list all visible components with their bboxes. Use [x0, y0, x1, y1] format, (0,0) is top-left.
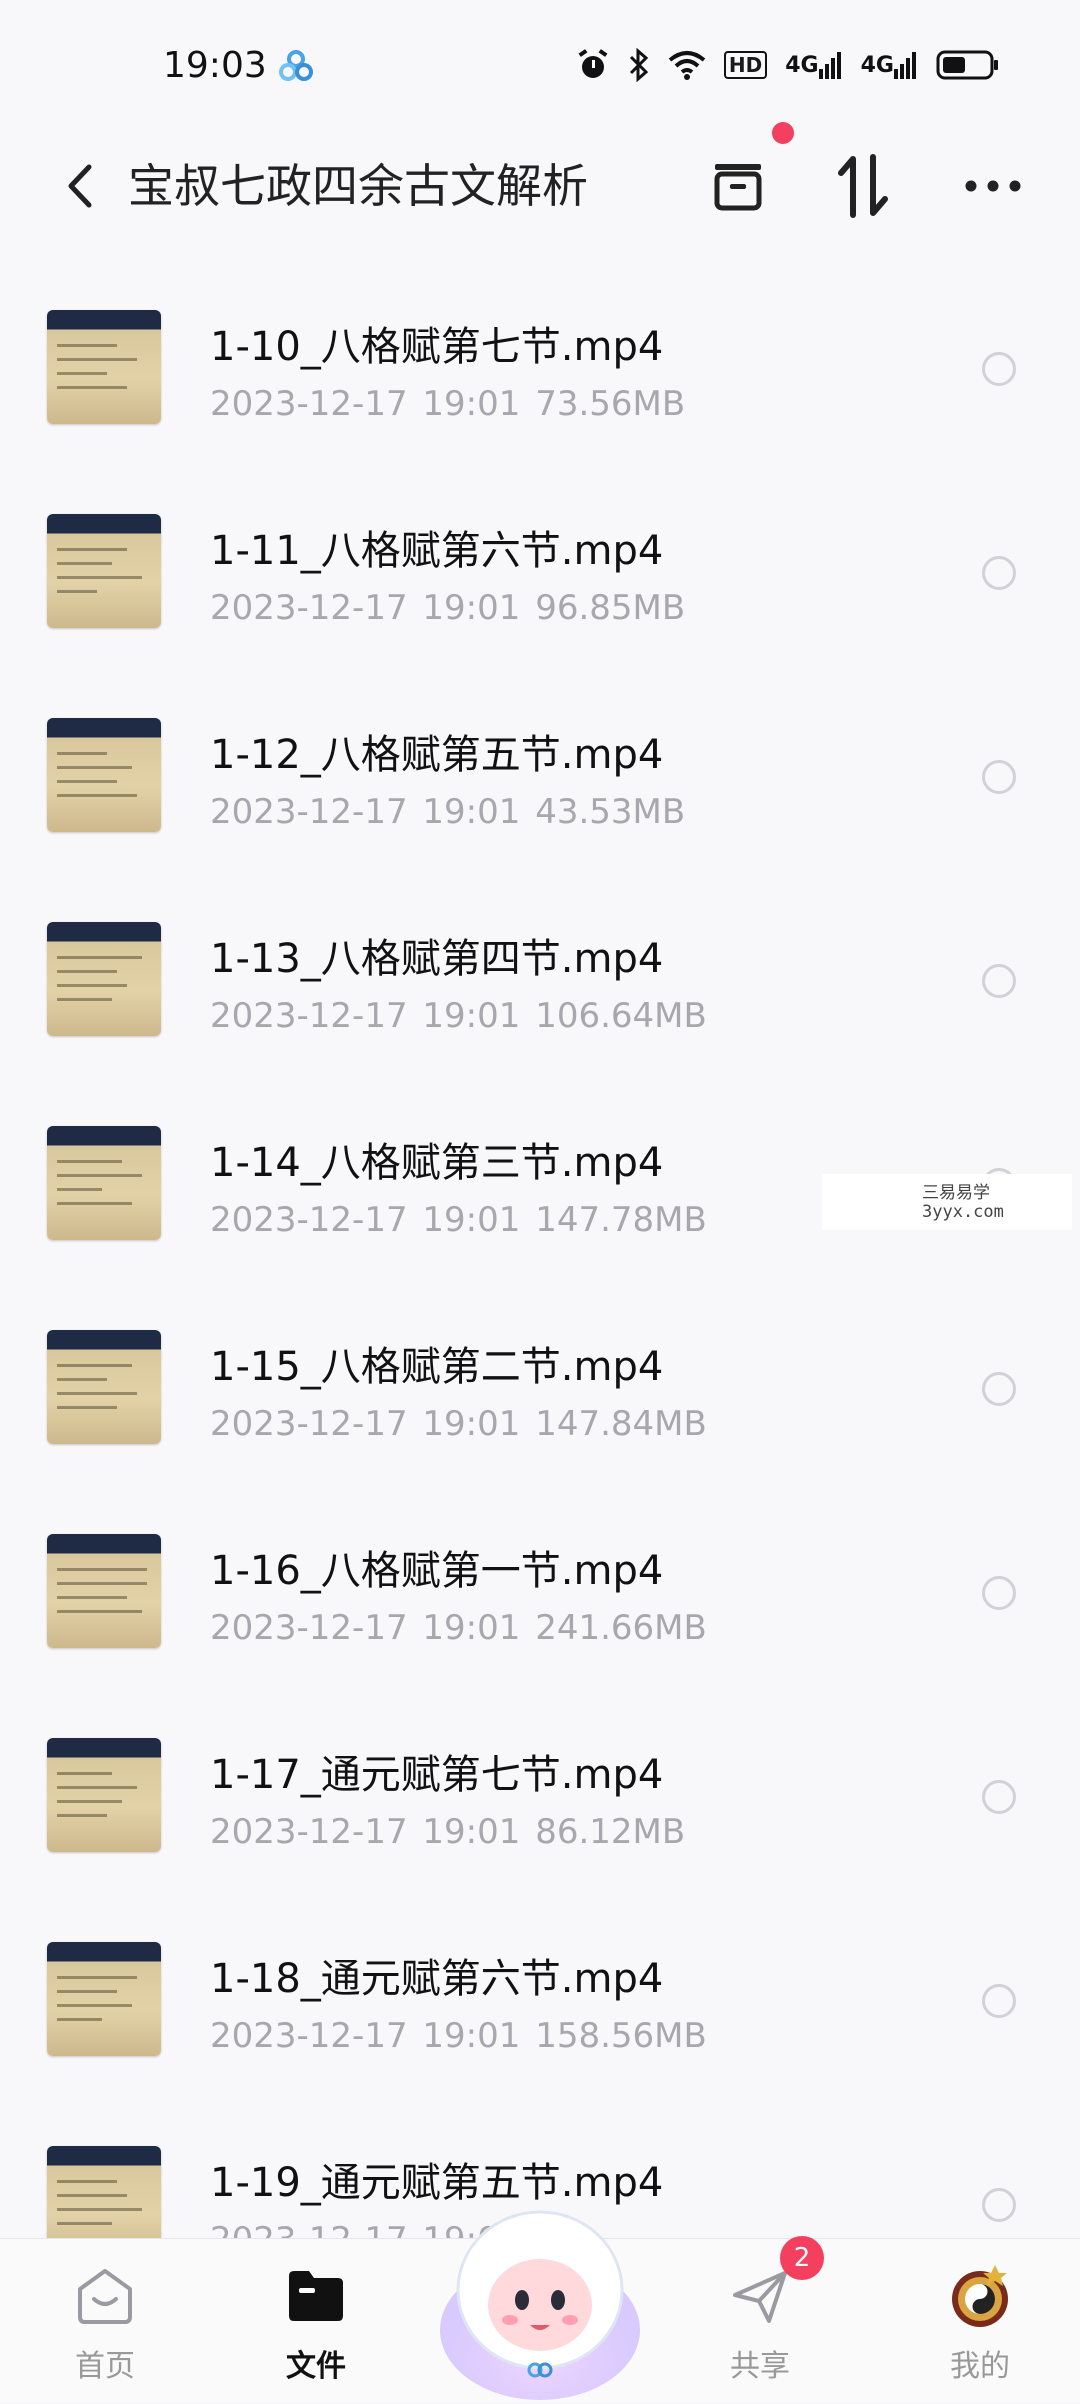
file-row[interactable]: 1-11_八格赋第六节.mp4 2023-12-17 19:01 96.85MB	[0, 466, 1080, 670]
folder-icon	[246, 2261, 386, 2331]
wifi-icon	[668, 50, 706, 80]
header: 宝叔七政四余古文解析	[0, 122, 1080, 240]
notification-dot	[772, 122, 794, 144]
more-options-button[interactable]	[955, 148, 1031, 224]
nav-home-label: 首页	[75, 2349, 135, 2384]
mascot-icon	[440, 2210, 640, 2400]
watermark-url: 3yyx.com	[922, 1202, 1004, 1222]
select-radio[interactable]	[982, 352, 1016, 386]
file-name: 1-10_八格赋第七节.mp4	[210, 324, 664, 370]
file-name: 1-18_通元赋第六节.mp4	[210, 1956, 664, 2002]
archive-button[interactable]	[700, 148, 776, 224]
app-notification-icon	[278, 50, 314, 86]
video-thumbnail	[47, 1738, 161, 1852]
video-thumbnail	[47, 922, 161, 1036]
nav-share[interactable]: 共享	[690, 2261, 830, 2391]
video-thumbnail	[47, 514, 161, 628]
home-icon	[35, 2261, 175, 2331]
signal-icon-2: 4G	[861, 51, 918, 79]
nav-files[interactable]: 文件	[246, 2261, 386, 2391]
sort-icon	[838, 154, 888, 218]
select-radio[interactable]	[982, 1780, 1016, 1814]
video-thumbnail	[47, 1942, 161, 2056]
nav-files-label: 文件	[286, 2349, 346, 2384]
back-arrow-icon	[68, 164, 92, 208]
page-title: 宝叔七政四余古文解析	[128, 159, 588, 213]
nav-share-label: 共享	[730, 2349, 790, 2384]
select-radio[interactable]	[982, 1576, 1016, 1610]
signal-icon-1: 4G	[785, 51, 842, 79]
file-row[interactable]: 1-15_八格赋第二节.mp4 2023-12-17 19:01 147.84M…	[0, 1282, 1080, 1486]
select-radio[interactable]	[982, 556, 1016, 590]
select-radio[interactable]	[982, 760, 1016, 794]
select-radio[interactable]	[982, 1984, 1016, 2018]
file-name: 1-14_八格赋第三节.mp4	[210, 1140, 664, 1186]
nav-mine-label: 我的	[950, 2349, 1010, 2384]
status-time: 19:03	[163, 45, 267, 86]
file-meta: 2023-12-17 19:01 96.85MB	[210, 588, 686, 628]
file-meta: 2023-12-17 19:01 43.53MB	[210, 792, 686, 832]
file-row[interactable]: 1-16_八格赋第一节.mp4 2023-12-17 19:01 241.66M…	[0, 1486, 1080, 1690]
video-thumbnail	[47, 1534, 161, 1648]
bluetooth-icon	[628, 48, 650, 82]
nav-mine[interactable]: 我的	[910, 2261, 1050, 2391]
watermark-text: 三易易学	[922, 1183, 990, 1203]
video-thumbnail	[47, 718, 161, 832]
hd-voice-icon: HD	[723, 51, 768, 79]
nav-home[interactable]: 首页	[35, 2261, 175, 2391]
file-name: 1-15_八格赋第二节.mp4	[210, 1344, 664, 1390]
archive-box-icon	[714, 164, 762, 211]
select-radio[interactable]	[982, 964, 1016, 998]
file-meta: 2023-12-17 19:01 86.12MB	[210, 1812, 686, 1852]
avatar	[910, 2261, 1050, 2331]
select-radio[interactable]	[982, 2188, 1016, 2222]
battery-icon	[936, 50, 1000, 80]
file-name: 1-17_通元赋第七节.mp4	[210, 1752, 664, 1798]
file-meta: 2023-12-17 19:01 73.56MB	[210, 384, 686, 424]
file-meta: 2023-12-17 19:01 106.64MB	[210, 996, 707, 1036]
file-list: 1-10_八格赋第七节.mp4 2023-12-17 19:01 73.56MB…	[0, 262, 1080, 2302]
more-dots-icon	[965, 180, 1021, 192]
assistant-mascot-button[interactable]	[430, 2180, 650, 2400]
watermark: 三易易学 3yyx.com	[822, 1174, 1072, 1230]
file-row[interactable]: 1-12_八格赋第五节.mp4 2023-12-17 19:01 43.53MB	[0, 670, 1080, 874]
file-meta: 2023-12-17 19:01 241.66MB	[210, 1608, 707, 1648]
status-bar: 19:03 HD 4G 4G	[0, 0, 1080, 130]
sort-button[interactable]	[825, 148, 901, 224]
alarm-icon	[576, 48, 610, 82]
video-thumbnail	[47, 310, 161, 424]
file-row[interactable]: 1-13_八格赋第四节.mp4 2023-12-17 19:01 106.64M…	[0, 874, 1080, 1078]
share-count-badge: 2	[780, 2236, 824, 2280]
back-button[interactable]	[48, 154, 112, 218]
file-name: 1-13_八格赋第四节.mp4	[210, 936, 664, 982]
file-meta: 2023-12-17 19:01 147.84MB	[210, 1404, 707, 1444]
video-thumbnail	[47, 1330, 161, 1444]
file-row[interactable]: 1-18_通元赋第六节.mp4 2023-12-17 19:01 158.56M…	[0, 1894, 1080, 2098]
file-row[interactable]: 1-10_八格赋第七节.mp4 2023-12-17 19:01 73.56MB	[0, 262, 1080, 466]
file-row[interactable]: 1-17_通元赋第七节.mp4 2023-12-17 19:01 86.12MB	[0, 1690, 1080, 1894]
file-name: 1-11_八格赋第六节.mp4	[210, 528, 664, 574]
file-meta: 2023-12-17 19:01 158.56MB	[210, 2016, 707, 2056]
select-radio[interactable]	[982, 1372, 1016, 1406]
file-name: 1-12_八格赋第五节.mp4	[210, 732, 664, 778]
file-meta: 2023-12-17 19:01 147.78MB	[210, 1200, 707, 1240]
video-thumbnail	[47, 1126, 161, 1240]
file-name: 1-16_八格赋第一节.mp4	[210, 1548, 664, 1594]
